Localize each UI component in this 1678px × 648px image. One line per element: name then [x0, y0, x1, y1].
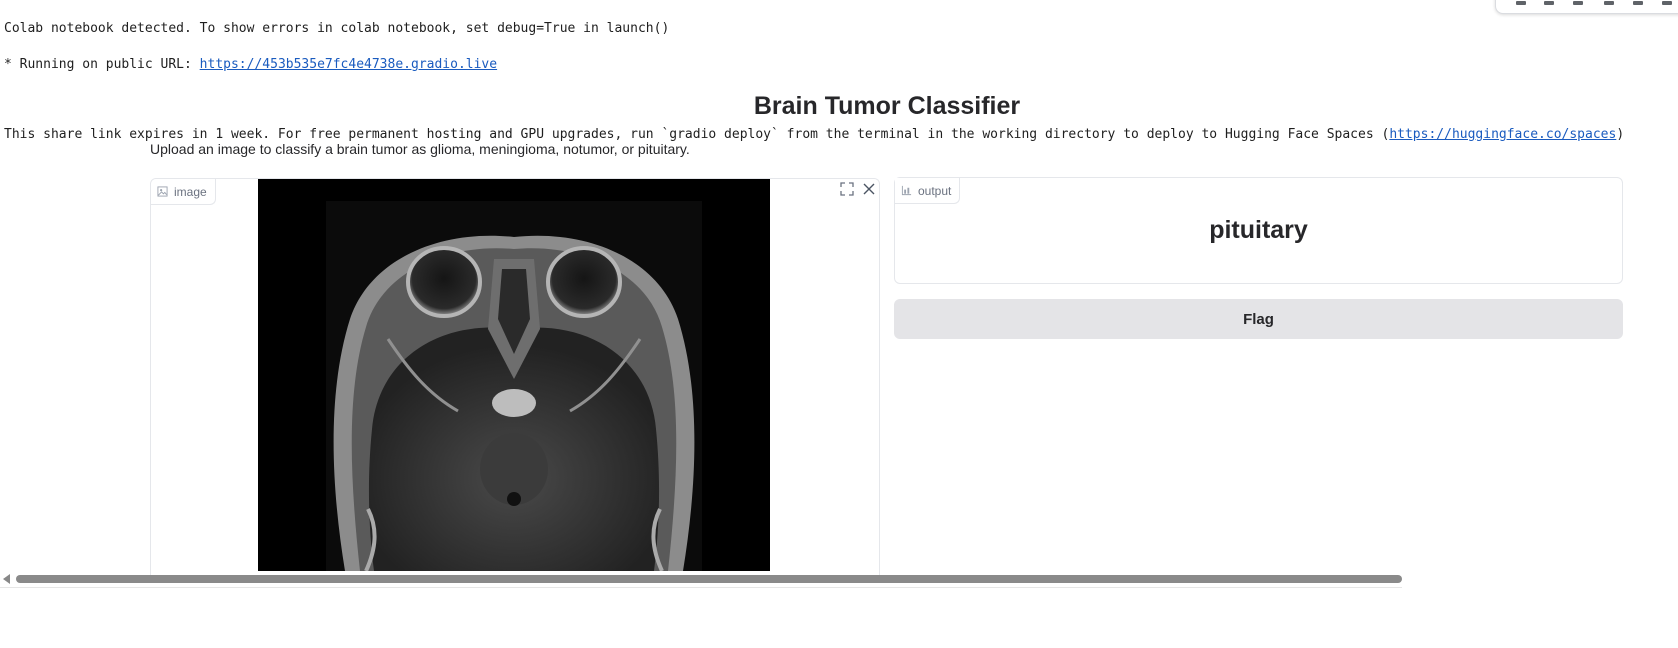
image-label: image — [151, 179, 216, 205]
image-icon — [157, 186, 168, 197]
toolbar-link-icon[interactable] — [1573, 1, 1583, 5]
predicted-class: pituitary — [1209, 216, 1308, 244]
chart-icon — [901, 185, 912, 196]
image-actions — [837, 179, 879, 199]
mri-scan-image — [258, 179, 770, 571]
app-description: Upload an image to classify a brain tumo… — [150, 141, 690, 157]
close-icon — [863, 183, 875, 195]
fullscreen-button[interactable] — [837, 179, 857, 199]
toolbar-comment-icon[interactable] — [1604, 1, 1614, 5]
console-line-url: * Running on public URL: https://453b535… — [4, 57, 498, 72]
toolbar-up-icon[interactable] — [1516, 1, 1526, 5]
gradio-app: Brain Tumor Classifier Upload an image t… — [0, 86, 1678, 579]
horizontal-scrollbar[interactable] — [0, 570, 1402, 588]
clear-image-button[interactable] — [859, 179, 879, 199]
scroll-left-icon[interactable] — [3, 574, 10, 584]
app-title: Brain Tumor Classifier — [753, 92, 1021, 120]
image-input-panel[interactable]: image — [150, 178, 880, 579]
toolbar-mirror-icon[interactable] — [1662, 1, 1672, 5]
fullscreen-icon — [840, 182, 854, 196]
cell-toolbar — [1495, 0, 1678, 14]
toolbar-settings-icon[interactable] — [1633, 1, 1643, 5]
console-line-colab: Colab notebook detected. To show errors … — [4, 21, 670, 36]
flag-button[interactable]: Flag — [894, 299, 1623, 339]
output-panel: output pituitary — [894, 177, 1623, 284]
scrollbar-thumb[interactable] — [16, 575, 1402, 583]
toolbar-down-icon[interactable] — [1544, 1, 1554, 5]
public-url-link[interactable]: https://453b535e7fc4e4738e.gradio.live — [200, 57, 497, 72]
output-label: output — [895, 178, 961, 204]
